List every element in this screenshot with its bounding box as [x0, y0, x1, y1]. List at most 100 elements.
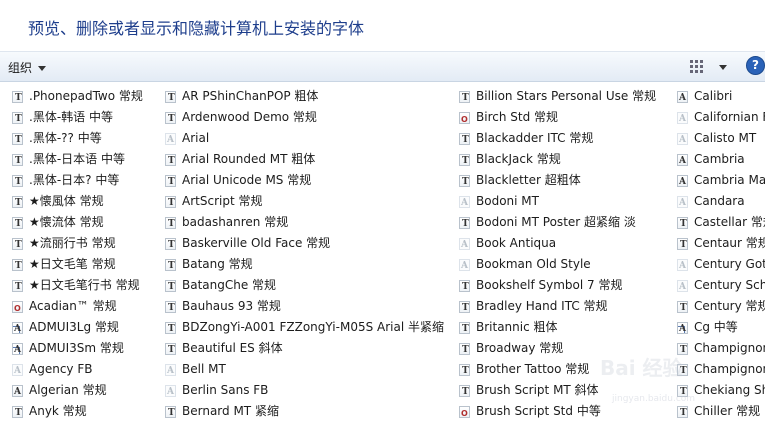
font-file-icon [459, 364, 470, 376]
font-file-icon [165, 196, 176, 208]
font-item-label: Chiller 常规 [694, 404, 761, 418]
font-item-label: Centaur 常规 [694, 236, 765, 250]
font-file-icon [165, 322, 176, 334]
watermark-url: jingyan.baidu.com [612, 394, 696, 404]
font-item-label: Cambria Math [694, 173, 765, 187]
font-file-icon [12, 217, 23, 229]
font-file-icon [677, 301, 688, 313]
font-item-label: Agency FB [29, 362, 93, 376]
font-file-icon [12, 364, 23, 376]
font-file-icon [12, 259, 23, 271]
font-item-label: Century Schoolbook [694, 278, 765, 292]
font-item-label: .黑体-?? 中等 [29, 131, 102, 145]
font-file-icon [12, 322, 23, 334]
font-item-label: Century Gothic [694, 257, 765, 271]
font-item-label: AR PShinChanPOP 粗体 [182, 89, 319, 103]
font-item-label: Britannic 粗体 [476, 320, 558, 334]
font-file-icon [459, 259, 470, 271]
font-file-icon [12, 301, 23, 313]
font-item-label: Blackadder ITC 常规 [476, 131, 594, 145]
font-item-label: Cambria [694, 152, 745, 166]
font-file-icon [677, 217, 688, 229]
font-file-icon [12, 406, 23, 418]
font-file-icon [165, 406, 176, 418]
font-file-icon [677, 322, 688, 334]
font-item-label: ★日文毛笔 常规 [29, 257, 116, 271]
font-file-icon [165, 217, 176, 229]
chevron-down-icon [38, 66, 47, 71]
font-item-label: ArtScript 常规 [182, 194, 263, 208]
font-item-label: Beautiful ES 斜体 [182, 341, 283, 355]
font-item-label: Bodoni MT Poster 超紧缩 淡 [476, 215, 636, 229]
font-file-icon [165, 364, 176, 376]
font-item-label: Arial Unicode MS 常规 [182, 173, 312, 187]
font-item-label: ★日文毛笔行书 常规 [29, 278, 140, 292]
font-file-icon [677, 154, 688, 166]
font-item-label: Chekiang Shu [694, 383, 765, 397]
font-file-icon [459, 406, 470, 418]
font-item-label: Bauhaus 93 常规 [182, 299, 281, 313]
font-item-label: Arial Rounded MT 粗体 [182, 152, 316, 166]
font-item-label: Calibri [694, 89, 733, 103]
font-item-label: Champignon [694, 362, 765, 376]
font-file-icon [677, 196, 688, 208]
font-item-label: .黑体-日本语 中等 [29, 152, 125, 166]
chevron-down-icon [719, 65, 727, 70]
font-file-icon [677, 406, 688, 418]
font-file-icon [459, 322, 470, 334]
font-item-label: Bodoni MT [476, 194, 539, 208]
font-file-icon [12, 133, 23, 145]
font-item-label: Bernard MT 紧缩 [182, 404, 279, 418]
font-file-icon [459, 154, 470, 166]
font-item-label: ADMUI3Sm 常规 [29, 341, 124, 355]
font-item-label: Ardenwood Demo 常规 [182, 110, 317, 124]
font-item-label: Arial [182, 131, 210, 145]
change-view-button[interactable] [688, 57, 728, 76]
font-file-icon [165, 343, 176, 355]
font-item-label: Brush Script MT 斜体 [476, 383, 599, 397]
font-item-label: ★懐風体 常规 [29, 194, 104, 208]
organize-label: 组织 [8, 61, 33, 75]
font-file-icon [459, 343, 470, 355]
font-item-label: .PhonepadTwo 常规 [29, 89, 143, 103]
font-file-icon [12, 280, 23, 292]
font-item-label: badashanren 常规 [182, 215, 289, 229]
font-item-label: Bradley Hand ITC 常规 [476, 299, 608, 313]
font-file-icon [459, 91, 470, 103]
font-file-icon [165, 133, 176, 145]
font-file-icon [165, 112, 176, 124]
font-item-label: .黑体-韩语 中等 [29, 110, 113, 124]
font-item-label: .黑体-日本? 中等 [29, 173, 120, 187]
font-item-label: Brother Tattoo 常规 [476, 362, 590, 376]
font-file-icon [677, 280, 688, 292]
font-item-label: Berlin Sans FB [182, 383, 269, 397]
organize-menu-button[interactable]: 组织 [8, 59, 47, 76]
font-file-icon [165, 238, 176, 250]
font-file-icon [459, 217, 470, 229]
font-item-label: Billion Stars Personal Use 常规 [476, 89, 657, 103]
font-item-label: Anyk 常规 [29, 404, 87, 418]
font-item-label: Calisto MT [694, 131, 757, 145]
font-file-icon [165, 385, 176, 397]
font-item-label: Brush Script Std 中等 [476, 404, 601, 418]
font-item-label: Bell MT [182, 362, 226, 376]
font-item-label: ★懐流体 常规 [29, 215, 104, 229]
font-item-label: ADMUI3Lg 常规 [29, 320, 119, 334]
help-button[interactable]: ? [746, 56, 765, 75]
font-file-icon [677, 112, 688, 124]
font-item-label: ★流丽行书 常规 [29, 236, 116, 250]
font-file-icon [12, 238, 23, 250]
watermark: Bai 经验 [600, 356, 683, 380]
font-file-icon [12, 385, 23, 397]
font-item-label: Bookshelf Symbol 7 常规 [476, 278, 623, 292]
header: 预览、删除或者显示和隐藏计算机上安装的字体 [0, 0, 765, 51]
font-item-label: BDZongYi-A001 FZZongYi-M05S Arial 半紧缩 [182, 320, 444, 334]
font-file-icon [12, 112, 23, 124]
font-item-label: Acadian™ 常规 [29, 299, 117, 313]
font-item-label: Blackletter 超粗体 [476, 173, 581, 187]
font-file-icon [12, 175, 23, 187]
font-item-label: Book Antiqua [476, 236, 557, 250]
font-file-icon [677, 175, 688, 187]
font-file-icon [165, 259, 176, 271]
font-file-icon [459, 280, 470, 292]
